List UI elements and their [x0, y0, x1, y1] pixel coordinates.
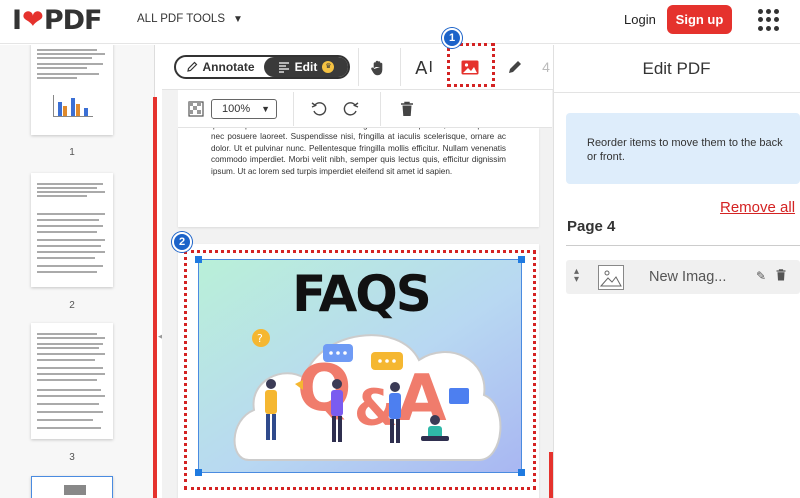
text-lines-icon — [278, 62, 289, 73]
info-text: Reorder items to move them to the back o… — [587, 137, 783, 163]
page-body-text: ipsum sapien in lectus sodales viverra e… — [211, 121, 506, 176]
thumbnail-number-1: 1 — [69, 147, 75, 158]
panel-title: Edit PDF — [642, 59, 711, 78]
page-thumbnails-sidebar: 1 2 3 — [0, 45, 155, 498]
toolbar-separator — [400, 48, 401, 86]
page-thumbnail-1[interactable] — [31, 45, 113, 135]
layer-page-label: Page 4 — [567, 218, 616, 235]
login-link[interactable]: Login — [624, 12, 656, 27]
delete-layer-icon[interactable] — [776, 269, 786, 284]
opacity-icon[interactable] — [186, 99, 206, 119]
zoom-select[interactable]: 100% ▼ — [211, 99, 277, 119]
step-badge-2: 2 — [172, 232, 192, 252]
layer-divider — [566, 245, 800, 246]
logo-pdf: PDF — [43, 4, 103, 36]
page-thumbnail-4[interactable] — [31, 476, 113, 498]
edit-layer-icon[interactable]: ✎ — [756, 269, 766, 283]
page-thumbnail-2[interactable] — [31, 173, 113, 287]
edit-mode-button[interactable]: Edit ♛ — [264, 57, 348, 77]
zoom-value: 100% — [222, 103, 251, 115]
text-tool-glyph: A — [415, 57, 428, 79]
crown-premium-icon: ♛ — [322, 61, 335, 73]
pencil-outline-icon — [186, 61, 197, 72]
more-tools-icon[interactable]: 4 — [540, 56, 552, 78]
ilovepdf-logo[interactable]: I ❤ PDF — [12, 4, 103, 36]
highlight-selected-image — [184, 250, 536, 490]
image-layer-icon — [598, 265, 624, 290]
logo-letter-i: I — [12, 4, 22, 36]
trash-icon[interactable] — [396, 98, 418, 120]
panel-divider — [553, 92, 800, 93]
tools-menu-label: ALL PDF TOOLS — [137, 13, 225, 25]
rotate-left-icon[interactable] — [308, 98, 330, 120]
page-thumbnail-3[interactable] — [31, 323, 113, 439]
thumbnail-number-3: 3 — [69, 452, 75, 463]
highlight-image-tool — [447, 43, 495, 87]
toolbar-separator — [358, 48, 359, 86]
reorder-arrows-icon[interactable]: ▴ ▾ — [574, 267, 579, 285]
step-badge-1: 1 — [442, 28, 462, 48]
annotate-button[interactable]: Annotate — [176, 57, 264, 77]
toolbar-separator — [293, 92, 294, 126]
toolbar-separator — [380, 92, 381, 126]
thumbnail-number-2: 2 — [69, 300, 75, 311]
remove-all-link[interactable]: Remove all — [720, 199, 795, 216]
edit-label: Edit — [294, 60, 318, 74]
signup-button[interactable]: Sign up — [667, 5, 732, 34]
caret-down-icon: ▼ — [261, 104, 270, 114]
apps-grid-icon[interactable] — [758, 9, 780, 31]
all-pdf-tools-menu[interactable]: ALL PDF TOOLS ▼ — [137, 13, 243, 25]
heart-icon: ❤ — [22, 5, 44, 35]
caret-down-icon: ▼ — [233, 13, 243, 25]
rotate-right-icon[interactable] — [340, 98, 362, 120]
draw-pencil-icon[interactable] — [503, 56, 527, 78]
hand-pan-icon[interactable] — [366, 56, 390, 80]
annotate-label: Annotate — [202, 60, 255, 74]
sidebar-red-accent — [153, 97, 157, 498]
layer-name: New Imag... — [649, 269, 727, 285]
add-text-icon[interactable]: A I — [411, 55, 437, 81]
